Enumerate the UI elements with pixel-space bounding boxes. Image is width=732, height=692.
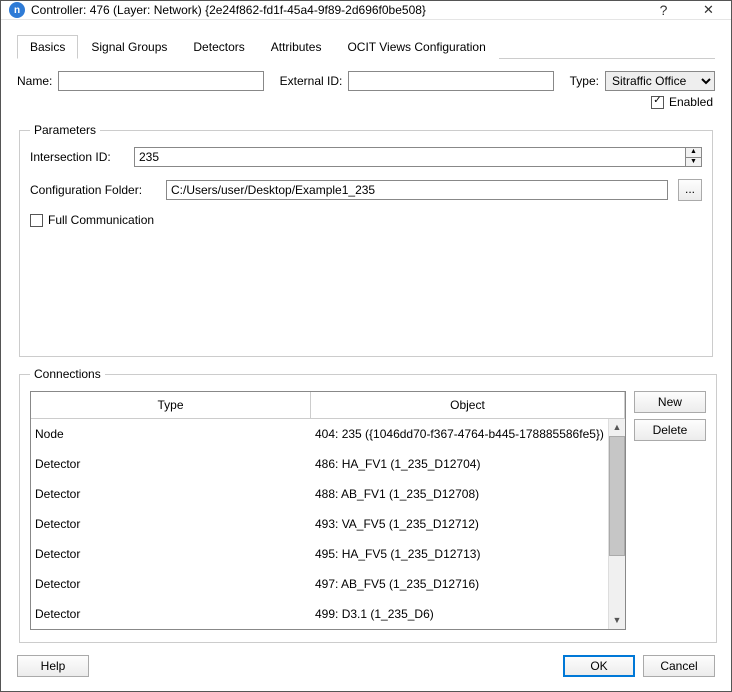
table-row[interactable]: Detector497: AB_FV5 (1_235_D12716) [31, 569, 608, 599]
intersection-id-input[interactable] [134, 147, 686, 167]
footer: Help OK Cancel [1, 643, 731, 691]
intersection-id-spinner: ▲ ▼ [134, 147, 702, 167]
cell-type: Detector [31, 457, 311, 471]
table-row[interactable]: Detector488: AB_FV1 (1_235_D12708) [31, 479, 608, 509]
top-row: Name: External ID: Type: Sitraffic Offic… [17, 71, 715, 91]
type-label: Type: [570, 74, 599, 88]
scroll-up-icon[interactable]: ▲ [609, 419, 625, 436]
connections-legend: Connections [30, 367, 105, 381]
cell-type: Node [31, 427, 311, 441]
tab-signal-groups[interactable]: Signal Groups [78, 35, 180, 59]
external-id-label: External ID: [280, 74, 343, 88]
tab-attributes[interactable]: Attributes [258, 35, 335, 59]
table-row[interactable]: Detector486: HA_FV1 (1_235_D12704) [31, 449, 608, 479]
cancel-button[interactable]: Cancel [643, 655, 715, 677]
cell-object: 404: 235 ({1046dd70-f367-4764-b445-17888… [311, 427, 608, 441]
scroll-thumb[interactable] [609, 436, 625, 556]
scroll-down-icon[interactable]: ▼ [609, 612, 625, 629]
config-folder-label: Configuration Folder: [30, 183, 160, 197]
connections-side-buttons: New Delete [634, 391, 706, 630]
external-id-input[interactable] [348, 71, 553, 91]
new-button[interactable]: New [634, 391, 706, 413]
browse-button[interactable]: ... [678, 179, 702, 201]
checkbox-icon [651, 96, 664, 109]
table-row[interactable]: Node404: 235 ({1046dd70-f367-4764-b445-1… [31, 419, 608, 449]
cell-object: 499: D3.1 (1_235_D6) [311, 607, 608, 621]
tab-ocit-views-configuration[interactable]: OCIT Views Configuration [334, 35, 498, 59]
column-object-header[interactable]: Object [311, 392, 625, 418]
cell-type: Detector [31, 517, 311, 531]
tab-basics[interactable]: Basics [17, 35, 78, 59]
cell-type: Detector [31, 577, 311, 591]
table-row[interactable]: Detector499: D3.1 (1_235_D6) [31, 599, 608, 629]
window-controls: ? ✕ [641, 1, 731, 19]
table-header: Type Object [31, 392, 625, 419]
full-comm-row: Full Communication [30, 213, 702, 227]
vertical-scrollbar[interactable]: ▲ ▼ [608, 419, 625, 629]
enabled-label: Enabled [669, 95, 713, 109]
app-icon: n [9, 2, 25, 18]
cell-object: 497: AB_FV5 (1_235_D12716) [311, 577, 608, 591]
column-type-header[interactable]: Type [31, 392, 311, 418]
full-communication-checkbox[interactable]: Full Communication [30, 213, 154, 227]
cell-object: 493: VA_FV5 (1_235_D12712) [311, 517, 608, 531]
ok-button[interactable]: OK [563, 655, 635, 677]
cell-object: 495: HA_FV5 (1_235_D12713) [311, 547, 608, 561]
close-icon[interactable]: ✕ [686, 1, 731, 19]
name-input[interactable] [58, 71, 263, 91]
connections-table: Type Object Node404: 235 ({1046dd70-f367… [30, 391, 626, 630]
tab-bar: BasicsSignal GroupsDetectorsAttributesOC… [17, 34, 715, 59]
connections-group: Connections Type Object Node404: 235 ({1… [19, 367, 717, 643]
cell-type: Detector [31, 607, 311, 621]
cell-type: Detector [31, 487, 311, 501]
cell-type: Detector [31, 547, 311, 561]
titlebar: n Controller: 476 (Layer: Network) {2e24… [1, 1, 731, 20]
help-button[interactable]: Help [17, 655, 89, 677]
intersection-row: Intersection ID: ▲ ▼ [30, 147, 702, 167]
parameters-group: Parameters Intersection ID: ▲ ▼ Configur… [19, 123, 713, 357]
spinner-down-icon[interactable]: ▼ [686, 158, 701, 167]
parameters-legend: Parameters [30, 123, 100, 137]
config-folder-input[interactable] [166, 180, 668, 200]
dialog-window: n Controller: 476 (Layer: Network) {2e24… [0, 0, 732, 692]
table-row[interactable]: Detector495: HA_FV5 (1_235_D12713) [31, 539, 608, 569]
type-select[interactable]: Sitraffic Office [605, 71, 715, 91]
content-area: BasicsSignal GroupsDetectorsAttributesOC… [1, 20, 731, 643]
name-label: Name: [17, 74, 52, 88]
enabled-row: Enabled [17, 95, 715, 109]
table-body: Node404: 235 ({1046dd70-f367-4764-b445-1… [31, 419, 608, 629]
config-folder-row: Configuration Folder: ... [30, 179, 702, 201]
delete-button[interactable]: Delete [634, 419, 706, 441]
cell-object: 488: AB_FV1 (1_235_D12708) [311, 487, 608, 501]
full-communication-label: Full Communication [48, 213, 154, 227]
spinner-up-icon[interactable]: ▲ [686, 148, 701, 158]
enabled-checkbox[interactable]: Enabled [651, 95, 713, 109]
checkbox-icon [30, 214, 43, 227]
tab-detectors[interactable]: Detectors [180, 35, 257, 59]
help-icon[interactable]: ? [641, 1, 686, 19]
intersection-id-label: Intersection ID: [30, 150, 128, 164]
table-row[interactable]: Detector493: VA_FV5 (1_235_D12712) [31, 509, 608, 539]
window-title: Controller: 476 (Layer: Network) {2e24f8… [31, 3, 641, 17]
cell-object: 486: HA_FV1 (1_235_D12704) [311, 457, 608, 471]
spinner-buttons: ▲ ▼ [686, 147, 702, 167]
